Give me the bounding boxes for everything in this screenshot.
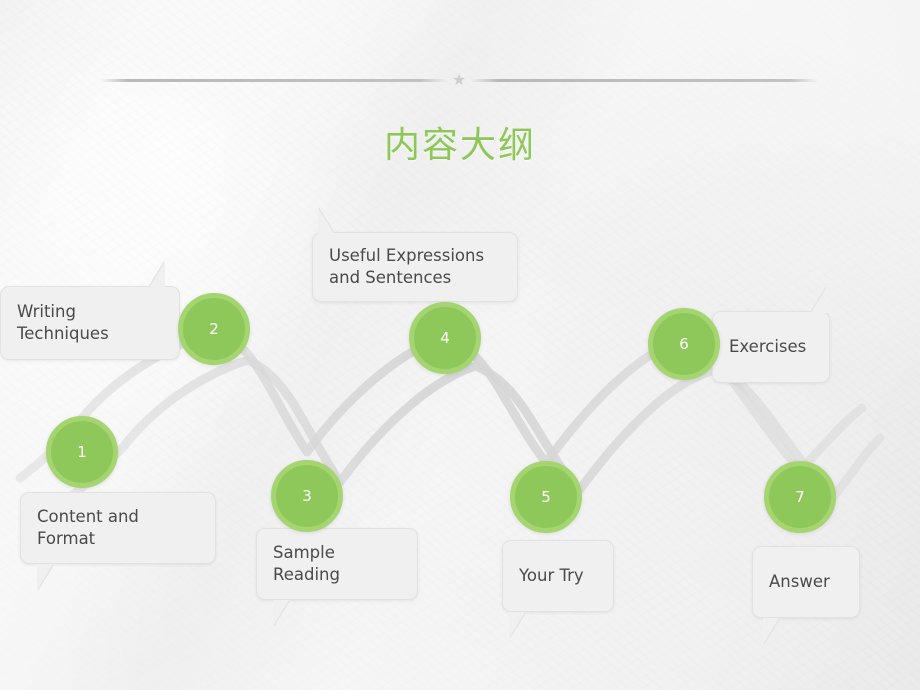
node-circle-4[interactable]: 4 <box>409 302 481 374</box>
callout-answer[interactable]: Answer <box>752 546 860 644</box>
node-number-2: 2 <box>209 320 219 338</box>
callout-label-5: Your Try <box>519 565 584 585</box>
node-circle-5[interactable]: 5 <box>510 461 582 533</box>
node-circle-2[interactable]: 2 <box>178 293 250 365</box>
callout-tail-4 <box>318 208 334 234</box>
callout-sample-reading[interactable]: Sample Reading <box>256 528 418 626</box>
node-number-5: 5 <box>541 488 551 506</box>
callout-tail-6 <box>811 287 827 313</box>
callout-label-4: Useful Expressions and Sentences <box>329 245 485 287</box>
callout-your-try[interactable]: Your Try <box>502 540 614 638</box>
node-number-7: 7 <box>795 488 805 506</box>
callout-label-2: Writing Techniques <box>17 301 109 343</box>
callout-tail-1 <box>37 564 53 590</box>
node-number-4: 4 <box>440 329 450 347</box>
node-number-6: 6 <box>679 335 689 353</box>
callout-tail-5 <box>509 612 525 638</box>
node-circle-6[interactable]: 6 <box>648 308 720 380</box>
node-circle-1[interactable]: 1 <box>46 416 118 488</box>
node-number-3: 3 <box>302 487 312 505</box>
slide-canvas: ★ 内容大纲 Writing Techniques Useful Express… <box>0 0 920 690</box>
callout-label-3: Sample Reading <box>273 542 340 584</box>
callout-tail-7 <box>763 618 779 644</box>
node-circle-7[interactable]: 7 <box>764 461 836 533</box>
divider-rule-left <box>100 79 448 82</box>
page-title: 内容大纲 <box>383 125 536 166</box>
callout-content-and-format[interactable]: Content and Format <box>20 492 216 590</box>
callout-tail-2 <box>149 262 165 288</box>
header-divider: ★ <box>100 72 818 89</box>
star-icon: ★ <box>451 72 467 89</box>
divider-rule-right <box>470 79 818 82</box>
callout-label-6: Exercises <box>729 336 807 356</box>
callout-label-1: Content and Format <box>37 506 139 548</box>
node-number-1: 1 <box>77 443 87 461</box>
node-circle-3[interactable]: 3 <box>271 460 343 532</box>
callout-tail-3 <box>273 600 289 626</box>
callout-exercises[interactable]: Exercises <box>712 287 830 383</box>
callout-useful-expressions[interactable]: Useful Expressions and Sentences <box>312 208 518 302</box>
callout-writing-techniques[interactable]: Writing Techniques <box>0 262 180 360</box>
callout-label-7: Answer <box>769 571 830 591</box>
